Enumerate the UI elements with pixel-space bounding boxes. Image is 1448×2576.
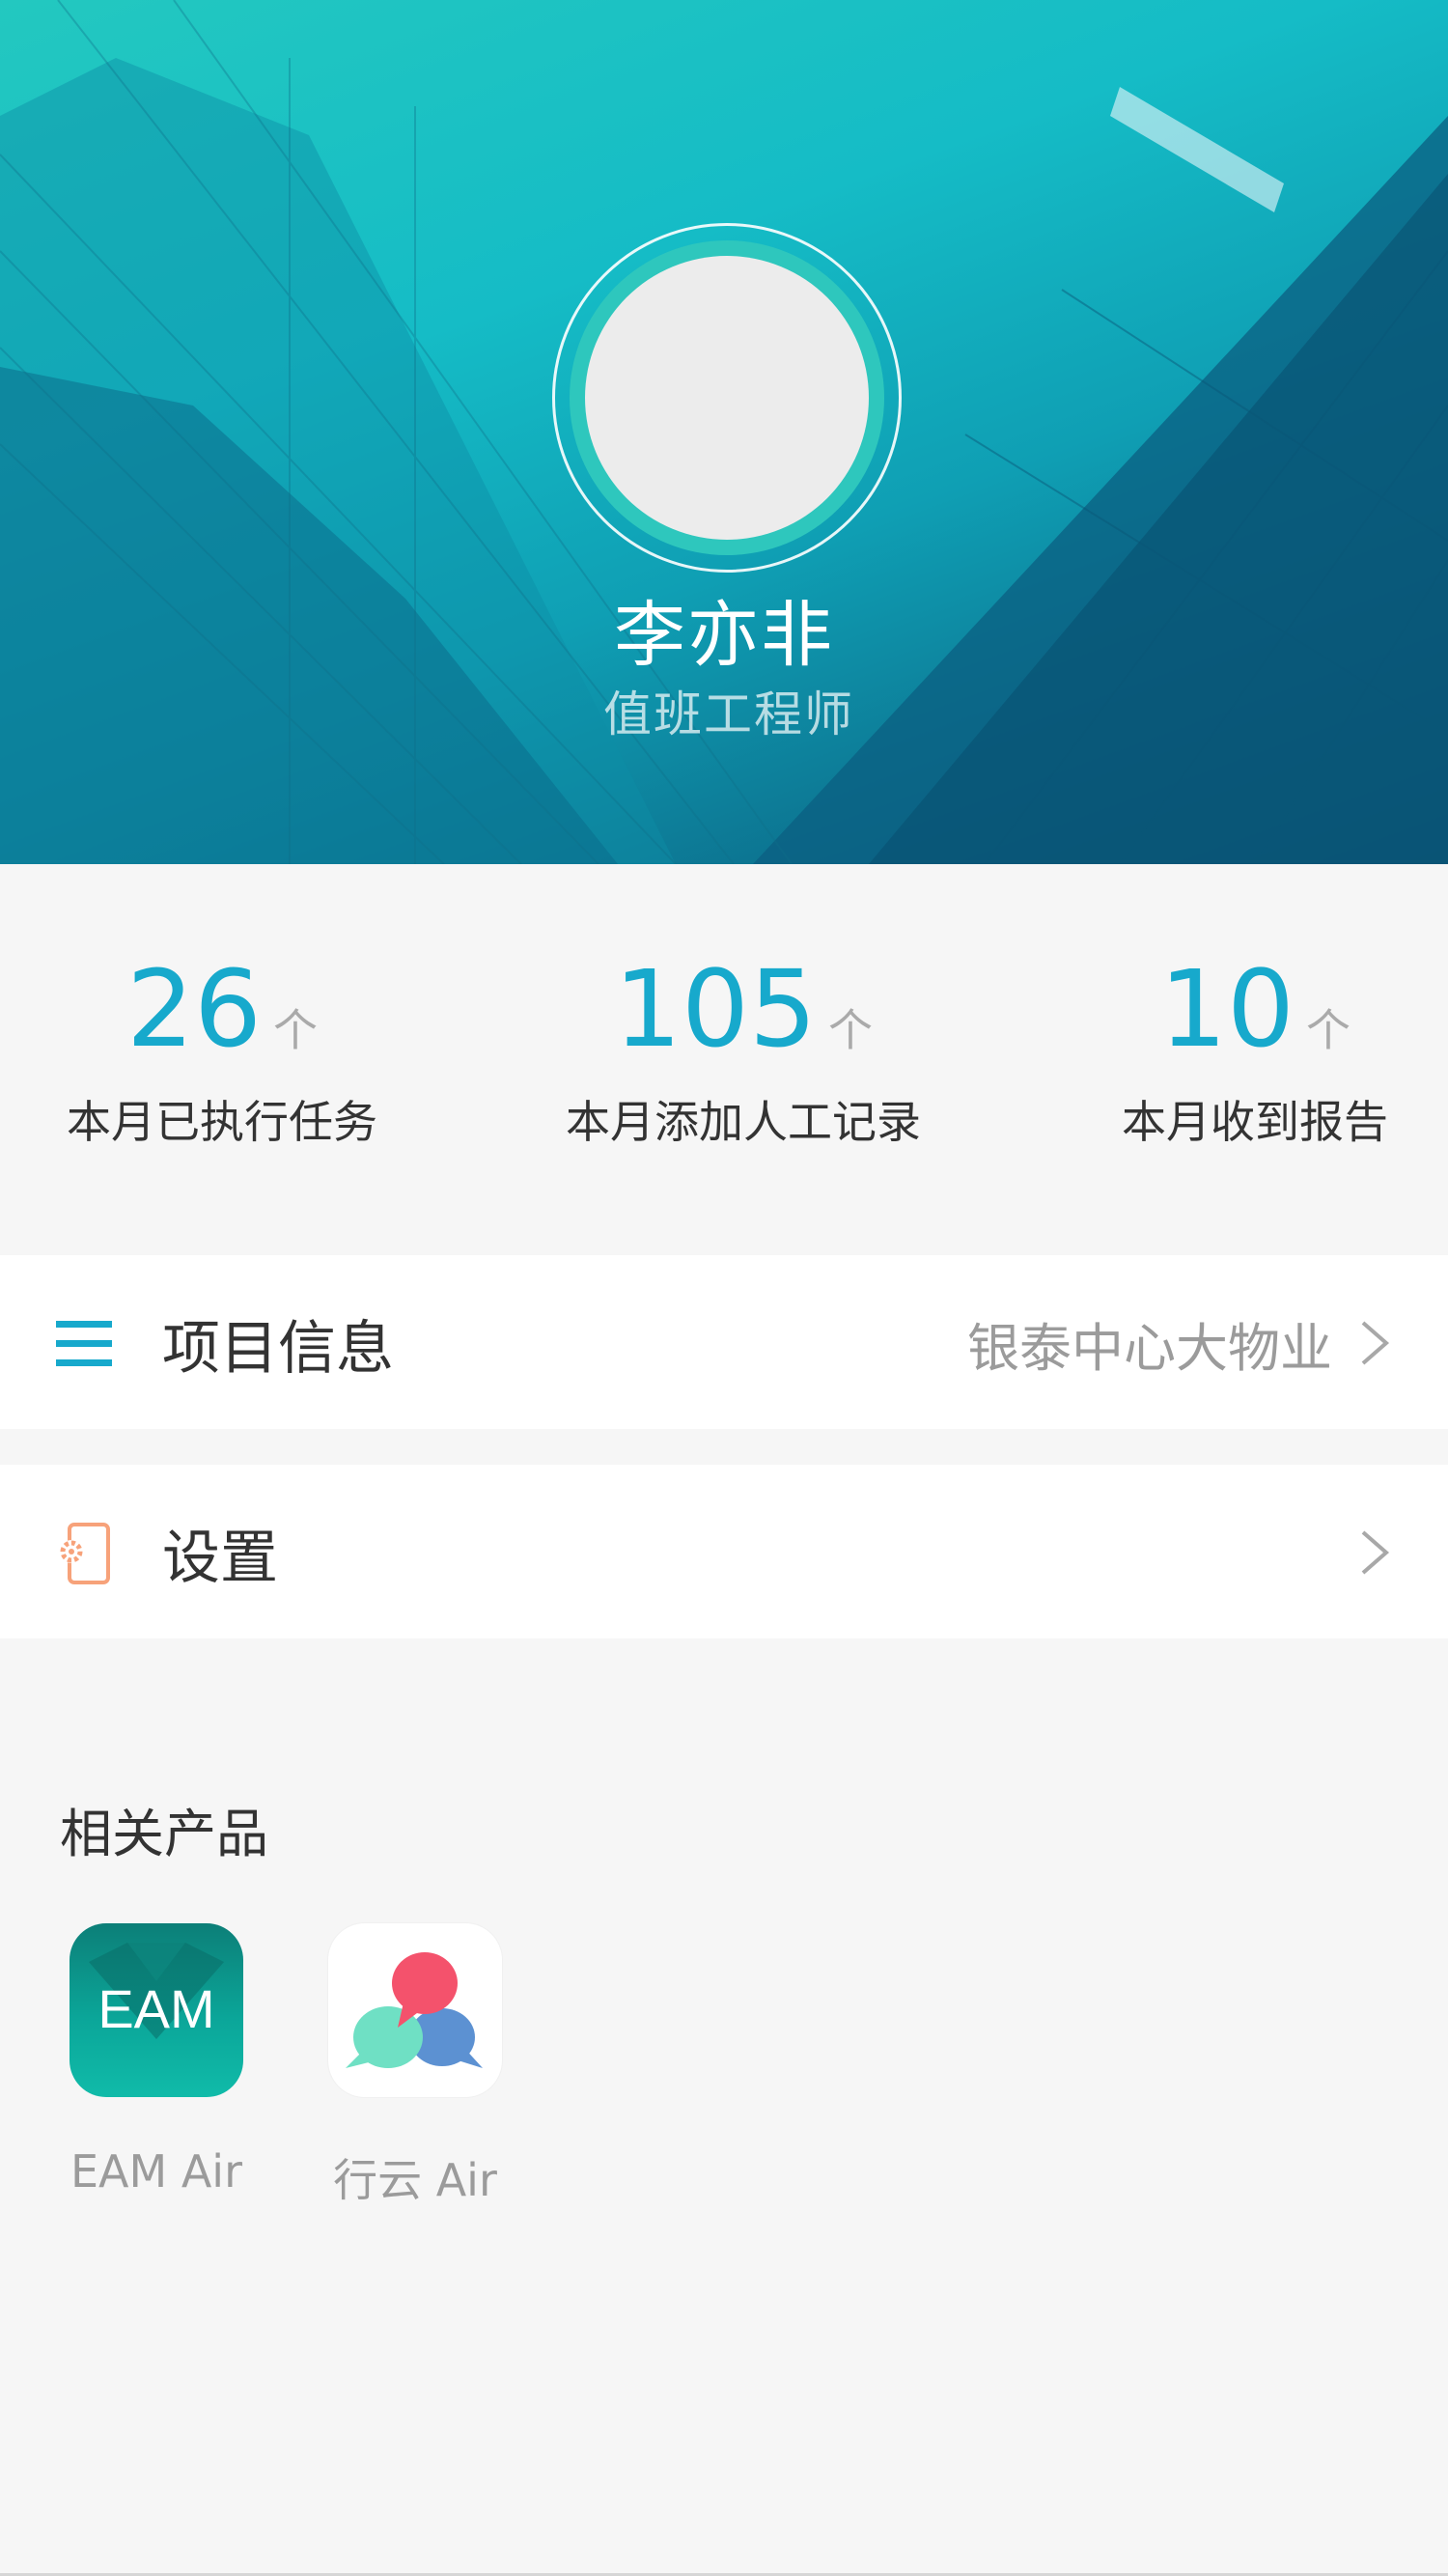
stat-value: 105 [614, 947, 817, 1071]
settings-row[interactable]: 设置 [0, 1465, 1448, 1638]
settings-label: 设置 [162, 1525, 278, 1592]
chat-bubbles-app-icon[interactable] [328, 1923, 502, 2097]
avatar[interactable] [570, 240, 884, 555]
related-products-title: 相关产品 [60, 1804, 268, 1864]
product-label: 行云 Air [333, 2154, 497, 2206]
stat-value: 26 [126, 947, 262, 1071]
product-label: EAM Air [70, 2145, 242, 2198]
stat-tasks-executed: 26 个 本月已执行任务 [58, 956, 386, 1151]
stat-value: 10 [1159, 947, 1295, 1071]
project-info-row[interactable]: 项目信息 银泰中心大物业 [0, 1255, 1448, 1429]
user-role: 值班工程师 [603, 686, 854, 742]
eam-app-icon[interactable]: EAM [70, 1923, 243, 2097]
chevron-right-icon [1361, 1321, 1390, 1365]
user-name: 李亦非 [614, 594, 834, 677]
eam-icon-text: EAM [97, 1978, 215, 2039]
monthly-stats: 26 个 本月已执行任务 105 个 本月添加人工记录 10 个 本月收到报告 [0, 864, 1448, 1255]
stat-reports-received: 10 个 本月收到报告 [1110, 956, 1400, 1151]
stat-label: 本月添加人工记录 [566, 1096, 921, 1148]
chevron-right-icon [1361, 1530, 1390, 1575]
project-name-value: 银泰中心大物业 [967, 1318, 1332, 1379]
avatar-placeholder [585, 256, 869, 540]
stat-label: 本月收到报告 [1122, 1096, 1388, 1148]
stat-manual-records: 105 个 本月添加人工记录 [550, 956, 936, 1151]
settings-phone-icon [60, 1523, 110, 1584]
stat-label: 本月已执行任务 [67, 1096, 377, 1148]
product-eam-air[interactable]: EAM EAM Air [60, 1923, 253, 2198]
product-xingyun-air[interactable]: 行云 Air [319, 1923, 512, 2209]
profile-header: 李亦非 值班工程师 [0, 0, 1448, 864]
stat-unit: 个 [1305, 1004, 1351, 1056]
chat-bubbles-icon [346, 1952, 483, 2068]
stat-unit: 个 [827, 1004, 873, 1056]
stat-unit: 个 [272, 1004, 318, 1056]
project-info-label: 项目信息 [162, 1315, 394, 1383]
list-icon [56, 1321, 112, 1366]
